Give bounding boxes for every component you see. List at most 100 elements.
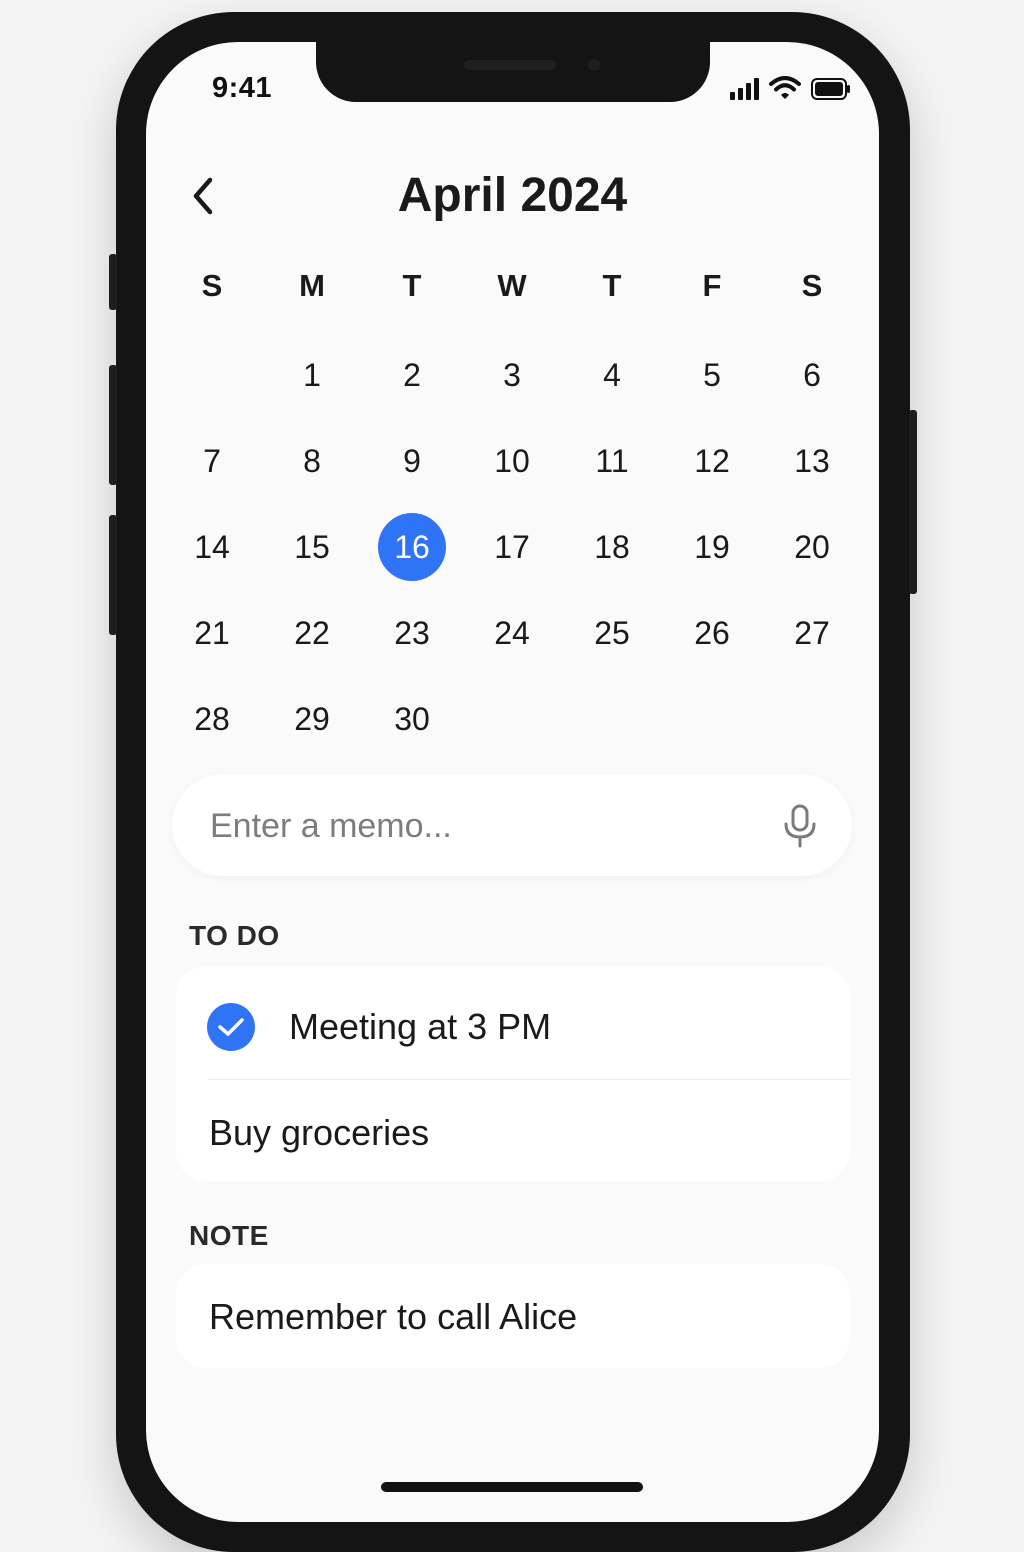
calendar-day[interactable]: 14 <box>162 504 262 590</box>
calendar-day[interactable]: 9 <box>362 418 462 504</box>
calendar-day[interactable]: 4 <box>562 332 662 418</box>
weekday-label: W <box>497 268 527 303</box>
memo-bar <box>172 774 852 876</box>
weekday-label: T <box>602 268 622 303</box>
wifi-icon <box>769 76 801 99</box>
day-number: 9 <box>403 442 421 479</box>
todo-item-label: Buy groceries <box>209 1112 430 1153</box>
day-number: 15 <box>294 528 330 565</box>
note-section-label: NOTE <box>189 1220 269 1251</box>
note-text: Remember to call Alice <box>209 1296 578 1337</box>
day-number: 27 <box>794 614 830 651</box>
day-number: 12 <box>694 442 730 479</box>
volume-up-button <box>109 365 117 485</box>
weekday-label: T <box>402 268 422 303</box>
day-number: 22 <box>294 614 330 651</box>
day-number: 21 <box>194 614 230 651</box>
todo-item[interactable]: Meeting at 3 PM <box>176 974 850 1080</box>
signal-icon <box>730 78 759 100</box>
day-number: 20 <box>794 528 830 565</box>
calendar-day[interactable]: 8 <box>262 418 362 504</box>
calendar-day[interactable]: 30 <box>362 676 462 762</box>
calendar-day[interactable]: 5 <box>662 332 762 418</box>
day-number: 28 <box>194 700 230 737</box>
day-number: 5 <box>703 356 721 393</box>
calendar-day[interactable]: 3 <box>462 332 562 418</box>
calendar-day[interactable]: 19 <box>662 504 762 590</box>
calendar-day[interactable]: 23 <box>362 590 462 676</box>
calendar-day[interactable]: 21 <box>162 590 262 676</box>
day-number: 17 <box>494 528 530 565</box>
empty-day-cell <box>162 332 262 418</box>
notch <box>316 42 710 102</box>
calendar-day[interactable]: 25 <box>562 590 662 676</box>
calendar-header: April 2024 <box>146 158 879 238</box>
checkbox-checked[interactable] <box>207 1003 255 1051</box>
battery-icon <box>811 78 850 100</box>
day-number: 6 <box>803 356 821 393</box>
weekday-label: M <box>299 268 325 303</box>
day-number: 23 <box>394 614 430 651</box>
day-number: 30 <box>394 700 430 737</box>
weekday-header-row: SMTWTFS <box>162 268 862 304</box>
calendar-day[interactable]: 6 <box>762 332 862 418</box>
day-number: 13 <box>794 442 830 479</box>
day-number: 19 <box>694 528 730 565</box>
day-number: 7 <box>203 442 221 479</box>
microphone-button[interactable] <box>782 804 818 848</box>
home-indicator[interactable] <box>381 1482 643 1492</box>
calendar-day[interactable]: 18 <box>562 504 662 590</box>
day-number: 29 <box>294 700 330 737</box>
day-number: 18 <box>594 528 630 565</box>
status-time: 9:41 <box>212 72 273 104</box>
calendar-day[interactable]: 15 <box>262 504 362 590</box>
todo-item-label: Meeting at 3 PM <box>289 1006 552 1047</box>
status-icons <box>730 76 851 100</box>
calendar-day[interactable]: 7 <box>162 418 262 504</box>
day-number: 10 <box>494 442 530 479</box>
day-number: 14 <box>194 528 230 565</box>
calendar-day[interactable]: 22 <box>262 590 362 676</box>
day-number: 3 <box>503 356 521 393</box>
day-number: 4 <box>603 356 621 393</box>
calendar-day[interactable]: 29 <box>262 676 362 762</box>
calendar-day[interactable]: 11 <box>562 418 662 504</box>
calendar-day[interactable]: 20 <box>762 504 862 590</box>
todo-card: Meeting at 3 PM Buy groceries <box>176 966 850 1181</box>
calendar-day[interactable]: 28 <box>162 676 262 762</box>
day-number: 8 <box>303 442 321 479</box>
todo-section-label: TO DO <box>189 920 280 951</box>
calendar-day[interactable]: 1 <box>262 332 362 418</box>
calendar-day[interactable]: 10 <box>462 418 562 504</box>
phone-screen: 9:41 April 2024 SMTWTFS 1 2 3 4 5 6 7 8 9 10 11 12 1… <box>146 42 879 1522</box>
microphone-icon <box>784 804 816 848</box>
calendar-day[interactable]: 24 <box>462 590 562 676</box>
calendar-day[interactable]: 12 <box>662 418 762 504</box>
calendar-day[interactable]: 27 <box>762 590 862 676</box>
weekday-label: S <box>201 268 223 303</box>
calendar-day[interactable]: 13 <box>762 418 862 504</box>
todo-item[interactable]: Buy groceries <box>176 1080 850 1186</box>
day-number: 11 <box>595 442 629 479</box>
checkmark-icon <box>218 1018 244 1036</box>
day-number: 24 <box>494 614 530 651</box>
front-camera <box>588 59 600 71</box>
day-number: 1 <box>303 356 321 393</box>
speaker-grille <box>464 60 556 70</box>
calendar-day[interactable]: 2 <box>362 332 462 418</box>
selected-day-number: 16 <box>378 513 446 581</box>
calendar-day[interactable]: 26 <box>662 590 762 676</box>
month-title: April 2024 <box>397 169 628 222</box>
memo-input[interactable] <box>208 796 752 856</box>
mute-switch <box>109 254 117 310</box>
day-number: 26 <box>694 614 730 651</box>
power-button <box>909 410 917 594</box>
weekday-label: F <box>702 268 722 303</box>
day-number: 25 <box>594 614 630 651</box>
volume-down-button <box>109 515 117 635</box>
calendar-day[interactable]: 17 <box>462 504 562 590</box>
note-card[interactable]: Remember to call Alice <box>176 1264 850 1368</box>
day-number: 2 <box>403 356 421 393</box>
calendar-day-selected[interactable]: 16 <box>362 504 462 590</box>
weekday-label: S <box>801 268 823 303</box>
